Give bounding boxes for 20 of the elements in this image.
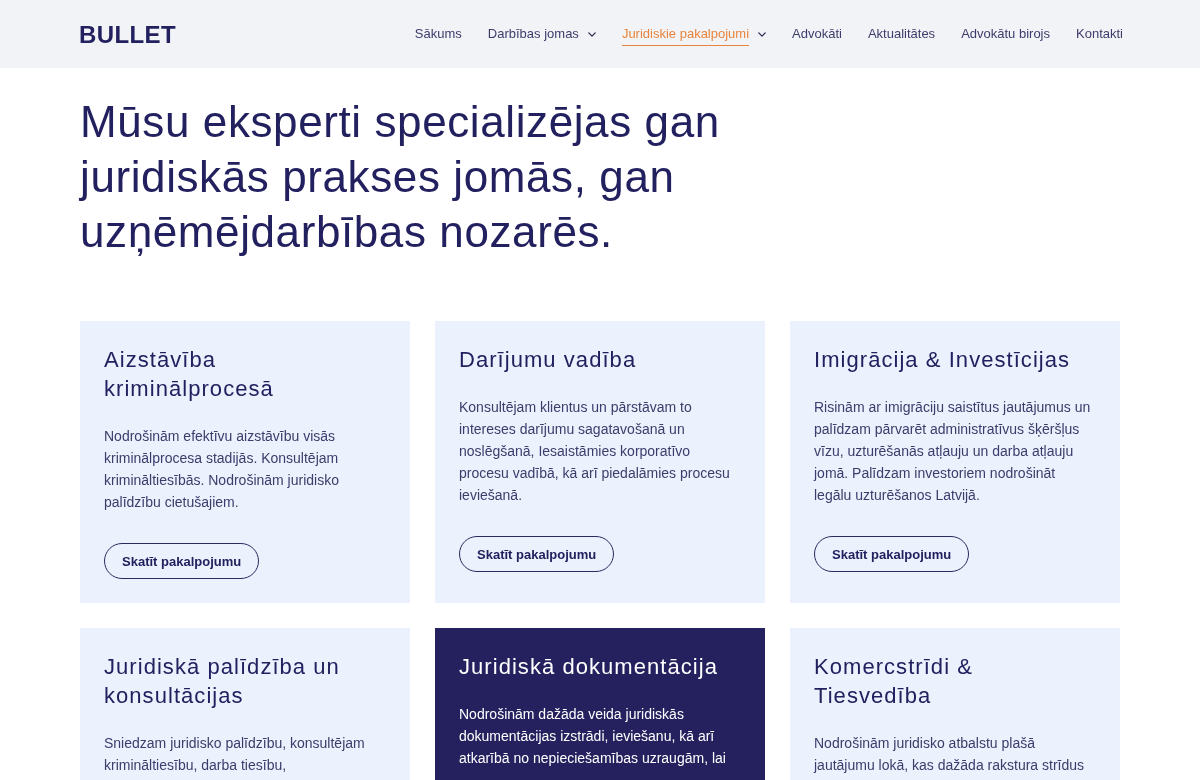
nav-link[interactable]: Advokātu birojs xyxy=(961,22,1050,46)
page-heading: Mūsu eksperti specializējas gan juridiskās prakses jomās, gan uzņēmējdarbības nozarēs. xyxy=(80,96,721,258)
card-text: Nodrošinām dažāda veida juridiskās dokumentācijas izstrādi, ieviešanu, kā arī atkarībā no nepieciešamības uzraugām, lai xyxy=(459,705,727,768)
card-title: Komercstrīdi & Tiesvedība xyxy=(814,653,974,710)
logo[interactable]: BULLET xyxy=(79,19,177,49)
nav-link[interactable]: Sākums xyxy=(414,22,462,46)
card-text: Nodrošinām efektīvu aizstāvību visās kriminālprocesa stadijās. Konsultējam krimināltiesībās. Nodrošinām juridisko palīdzību cietušajiem. xyxy=(104,427,340,512)
card-title: Imigrācija & Investīcijas xyxy=(814,346,1071,374)
card-text: Nodrošinām juridisko atbalstu plašā jautājumu lokā, kas dažāda rakstura strīdus xyxy=(814,734,1086,775)
card-title: Aizstāvība kriminālprocesā xyxy=(104,346,275,403)
card-title: Juridiskā dokumentācija xyxy=(459,653,718,681)
card-title: Juridiskā palīdzība un konsultācijas xyxy=(104,653,341,710)
card-text: Risinām ar imigrāciju saistītus jautājumus un palīdzam pārvarēt administratīvus šķēršļus vīzu, uzturēšanās atļauju un darba atļauju jomā. Palīdzam investoriem nodrošināt legālu uzturēšanos Latvijā. xyxy=(814,398,1092,505)
nav-link[interactable]: Aktualitātes xyxy=(867,22,936,46)
nav-link[interactable]: Darbības jomas xyxy=(487,22,596,46)
nav-link[interactable]: Kontakti xyxy=(1076,22,1123,46)
card-title: Darījumu vadība xyxy=(459,346,637,374)
card-text: Konsultējam klientus un pārstāvam to intereses darījumu sagatavošanā un noslēgšanā, Iesaistāmies korporatīvo procesu vadībā, kā arī piedalāmies procesu ieviešanā. xyxy=(459,398,731,505)
card-text: Sniedzam juridisko palīdzību, konsultējam krimināltiesību, darba tiesību, xyxy=(104,734,366,775)
nav-link[interactable]: Advokāti xyxy=(792,22,842,46)
